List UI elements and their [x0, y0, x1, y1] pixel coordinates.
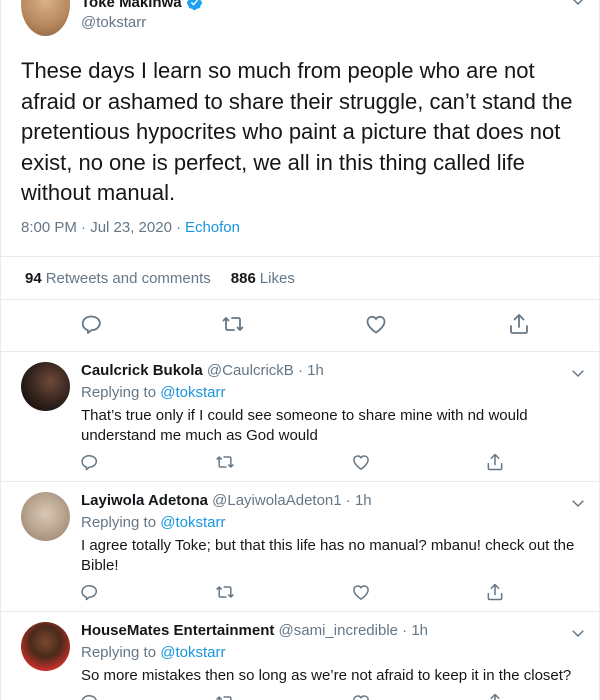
reply-tweet[interactable]: Layiwola Adetona @LayiwolaAdeton1 · 1h R… [1, 482, 599, 612]
tweet-text: These days I learn so much from people w… [21, 58, 573, 205]
reply-header: HouseMates Entertainment @sami_incredibl… [81, 622, 428, 639]
retweets-label: Retweets and comments [45, 269, 211, 287]
share-icon[interactable] [485, 692, 505, 700]
retweet-icon[interactable] [221, 312, 245, 336]
author-name-row: Toke Makinwa [81, 0, 203, 11]
reply-author-handle[interactable]: @LayiwolaAdeton1 · 1h [212, 492, 372, 509]
main-tweet: Toke Makinwa @tokstarr These days I lear… [1, 0, 599, 352]
heart-icon[interactable] [351, 692, 371, 700]
chevron-down-icon[interactable] [569, 494, 587, 512]
reply-header: Layiwola Adetona @LayiwolaAdeton1 · 1h [81, 492, 372, 509]
replying-to-link[interactable]: @tokstarr [160, 514, 225, 531]
reply-text: I agree totally Toke; but that this life… [81, 537, 575, 574]
chevron-down-icon[interactable] [569, 364, 587, 382]
author-handle[interactable]: @tokstarr [81, 14, 146, 31]
reply-author-name[interactable]: HouseMates Entertainment [81, 622, 274, 639]
reply-actions [1, 692, 599, 700]
heart-icon[interactable] [351, 452, 371, 472]
reply-header: Caulcrick Bukola @CaulcrickB · 1h [81, 362, 324, 379]
retweet-icon[interactable] [215, 452, 235, 472]
tweet-source-link[interactable]: Echofon [185, 219, 240, 236]
likes-label: Likes [259, 269, 295, 287]
reply-actions [1, 582, 599, 604]
tweet-stats: 94 Retweets and comments 886 Likes [1, 256, 599, 300]
replying-to-link[interactable]: @tokstarr [160, 384, 225, 401]
avatar[interactable] [21, 0, 70, 36]
share-icon[interactable] [507, 312, 531, 336]
reply-author-handle[interactable]: @CaulcrickB · 1h [207, 362, 324, 379]
meta-separator: · [175, 219, 181, 236]
reply-icon[interactable] [79, 582, 99, 602]
author-name[interactable]: Toke Makinwa [81, 0, 182, 11]
reply-text: That’s true only if I could see someone … [81, 407, 528, 444]
replying-to: Replying to @tokstarr [81, 644, 225, 661]
replying-prefix: Replying to [81, 384, 157, 401]
reply-tweet[interactable]: HouseMates Entertainment @sami_incredibl… [1, 612, 599, 700]
chevron-down-icon[interactable] [569, 0, 587, 10]
heart-icon[interactable] [351, 582, 371, 602]
retweets-stat[interactable]: 94 Retweets and comments [25, 270, 211, 287]
reply-author-name[interactable]: Layiwola Adetona [81, 492, 208, 509]
replying-prefix: Replying to [81, 514, 157, 531]
tweet-thread: Toke Makinwa @tokstarr These days I lear… [0, 0, 600, 700]
share-icon[interactable] [485, 582, 505, 602]
replying-to-link[interactable]: @tokstarr [160, 644, 225, 661]
reply-tweet[interactable]: Caulcrick Bukola @CaulcrickB · 1h Replyi… [1, 352, 599, 482]
retweets-count: 94 [25, 269, 42, 287]
chevron-down-icon[interactable] [569, 624, 587, 642]
avatar[interactable] [21, 492, 70, 541]
reply-icon[interactable] [79, 452, 99, 472]
reply-actions [1, 452, 599, 474]
share-icon[interactable] [485, 452, 505, 472]
replying-prefix: Replying to [81, 644, 157, 661]
replying-to: Replying to @tokstarr [81, 384, 225, 401]
reply-author-name[interactable]: Caulcrick Bukola [81, 362, 203, 379]
tweet-meta: 8:00 PM · Jul 23, 2020 · Echofon [21, 219, 240, 236]
reply-icon[interactable] [79, 692, 99, 700]
reply-author-handle[interactable]: @sami_incredible · 1h [279, 622, 428, 639]
tweet-actions [1, 312, 599, 342]
likes-stat[interactable]: 886 Likes [231, 270, 295, 287]
likes-count: 886 [230, 269, 256, 287]
avatar[interactable] [21, 362, 70, 411]
heart-icon[interactable] [364, 312, 388, 336]
avatar[interactable] [21, 622, 70, 671]
retweet-icon[interactable] [215, 692, 235, 700]
verified-badge-icon [186, 0, 203, 11]
retweet-icon[interactable] [215, 582, 235, 602]
tweet-timestamp[interactable]: 8:00 PM · Jul 23, 2020 [21, 219, 172, 236]
replying-to: Replying to @tokstarr [81, 514, 225, 531]
reply-text: So more mistakes then so long as we’re n… [81, 667, 572, 684]
reply-icon[interactable] [79, 312, 103, 336]
